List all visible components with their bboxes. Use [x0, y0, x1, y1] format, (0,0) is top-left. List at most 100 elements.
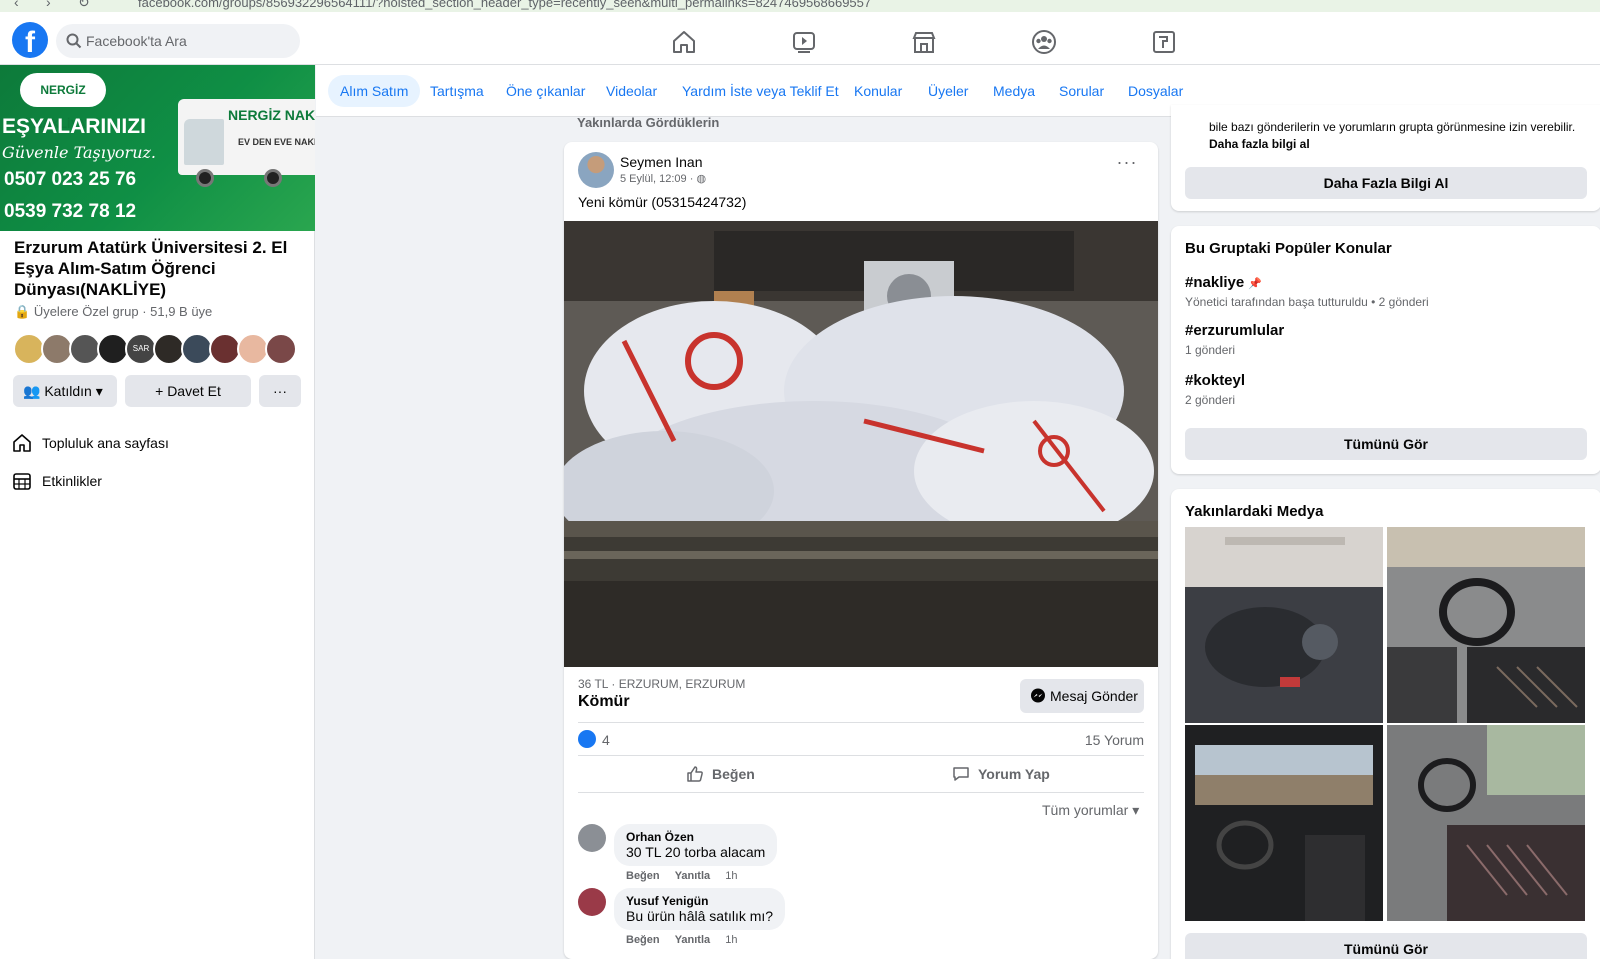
listing-title: Kömür: [578, 693, 630, 710]
truck-sub: EV DEN EVE NAKLİYAT: [238, 137, 315, 147]
commenter-name[interactable]: Yusuf Yenigün: [626, 894, 773, 908]
topic-tag[interactable]: #erzurumlular: [1185, 322, 1284, 339]
media-thumbnail[interactable]: [1185, 527, 1383, 723]
tab-alim-satim[interactable]: Alım Satım: [328, 75, 421, 107]
tab-uyeler[interactable]: Üyeler: [916, 75, 980, 107]
post-more-button[interactable]: ···: [1112, 152, 1142, 176]
comment-sort-dropdown[interactable]: Tüm yorumlar ▾: [1042, 802, 1139, 819]
see-all-topics-button[interactable]: Tümünü Gör: [1185, 428, 1587, 460]
home-icon: [13, 434, 31, 452]
comment-time[interactable]: 1h: [725, 934, 737, 946]
lock-icon: 🔒: [14, 304, 31, 319]
banner-line1: EŞYALARINIZI: [2, 115, 146, 138]
member-avatars[interactable]: SAR: [13, 333, 313, 365]
comment-time[interactable]: 1h: [725, 870, 737, 882]
tab-yardim[interactable]: Yardım İste veya Teklif Et: [670, 75, 851, 107]
marketplace-icon[interactable]: [910, 28, 938, 56]
comment-text: Bu ürün hâlâ satılık mı?: [626, 908, 774, 924]
topic-item[interactable]: #kokteyl 2 gönderi: [1185, 372, 1245, 407]
tab-konular[interactable]: Konular: [842, 75, 914, 107]
topic-tag[interactable]: #nakliye: [1185, 274, 1244, 291]
people-icon: 👥: [23, 383, 41, 399]
facebook-logo[interactable]: f: [12, 22, 48, 58]
section-title: Yakınlarda Gördüklerin: [577, 115, 720, 130]
media-thumbnail[interactable]: [1185, 725, 1383, 921]
member-avatar[interactable]: [265, 333, 297, 365]
back-icon[interactable]: ‹: [14, 0, 19, 10]
truck-brand: NERGİZ NAKLİYAT: [228, 107, 315, 123]
about-text-block: bile bazı gönderilerin ve yorumların gru…: [1209, 119, 1579, 153]
groups-icon[interactable]: [1030, 28, 1058, 56]
topic-item[interactable]: #nakliye 📌 Yönetici tarafından başa tutt…: [1185, 274, 1429, 309]
post-author[interactable]: Seymen Inan: [620, 154, 703, 170]
truck-cab: [184, 119, 224, 165]
comment-reply-link[interactable]: Yanıtla: [675, 934, 710, 946]
comment-bubble: Orhan Özen 30 TL 20 torba alacam: [614, 824, 778, 866]
watch-icon[interactable]: [790, 28, 818, 56]
divider: [578, 722, 1144, 723]
more-options-button[interactable]: ···: [259, 375, 301, 407]
learn-more-button[interactable]: Daha Fazla Bilgi Al: [1185, 167, 1587, 199]
post-date-text: 5 Eylül, 12:09 ·: [620, 173, 694, 185]
top-header: f: [0, 12, 1600, 65]
sidebar-item-community-home[interactable]: Topluluk ana sayfası: [12, 427, 252, 459]
home-icon[interactable]: [670, 28, 698, 56]
commenter-avatar[interactable]: [578, 824, 606, 852]
learn-more-link[interactable]: Daha fazla bilgi al: [1209, 137, 1310, 151]
comment-actions: Beğen Yanıtla 1h: [626, 870, 737, 882]
invite-button[interactable]: + Davet Et: [125, 375, 251, 407]
gaming-icon[interactable]: [1150, 28, 1178, 56]
media-thumbnail[interactable]: [1387, 527, 1585, 723]
tab-one-cikanlar[interactable]: Öne çıkanlar: [494, 75, 597, 107]
see-all-media-button[interactable]: Tümünü Gör: [1185, 933, 1587, 959]
tab-medya[interactable]: Medya: [981, 75, 1047, 107]
post-date[interactable]: 5 Eylül, 12:09 · ◍: [620, 172, 706, 185]
thumbs-up-icon: [687, 766, 703, 782]
comment-bubble: Yusuf Yenigün Bu ürün hâlâ satılık mı?: [614, 888, 786, 930]
url-text[interactable]: facebook.com/groups/856932296564111/?hoi…: [138, 0, 871, 10]
reload-icon[interactable]: ↻: [78, 0, 90, 11]
comment-actions: Beğen Yanıtla 1h: [626, 934, 737, 946]
media-thumbnail[interactable]: [1387, 725, 1585, 921]
topic-sub: 2 gönderi: [1185, 393, 1236, 407]
commenter-avatar[interactable]: [578, 888, 606, 916]
comment-label: Yorum Yap: [978, 766, 1050, 782]
tab-videolar[interactable]: Videolar: [594, 75, 669, 107]
post-photo[interactable]: [564, 221, 1158, 667]
topic-item[interactable]: #erzurumlular 1 gönderi: [1185, 322, 1284, 357]
tab-sorular[interactable]: Sorular: [1047, 75, 1116, 107]
commenter-name[interactable]: Orhan Özen: [626, 830, 765, 844]
tab-tartisma[interactable]: Tartışma: [418, 75, 496, 107]
invite-label: Davet Et: [167, 383, 221, 399]
author-avatar[interactable]: [578, 152, 614, 188]
browser-url-bar[interactable]: ‹ › ↻ facebook.com/groups/85693229656411…: [0, 0, 1600, 12]
joined-button[interactable]: 👥 Katıldın ▾: [13, 375, 117, 407]
comment-like-link[interactable]: Beğen: [626, 870, 660, 882]
like-reaction-icon[interactable]: [578, 730, 596, 748]
like-count[interactable]: 4: [602, 732, 610, 748]
left-sidebar: NERGİZ NAKLİYAT EŞYALARINIZI Güvenle Taş…: [0, 65, 315, 959]
search-input[interactable]: [86, 24, 286, 58]
sidebar-item-events[interactable]: Etkinlikler: [12, 465, 252, 497]
send-message-label: Mesaj Gönder: [1050, 688, 1138, 704]
search-icon: [66, 33, 82, 49]
group-cover-banner[interactable]: NERGİZ NAKLİYAT EŞYALARINIZI Güvenle Taş…: [0, 65, 315, 231]
group-title[interactable]: Erzurum Atatürk Üniversitesi 2. El Eşya …: [14, 237, 304, 300]
listing-price-location: 36 TL · ERZURUM, ERZURUM: [578, 677, 746, 691]
send-message-button[interactable]: Mesaj Gönder: [1020, 679, 1144, 713]
tab-dosyalar[interactable]: Dosyalar: [1116, 75, 1195, 107]
truck-wheel: [264, 169, 282, 187]
comment-button[interactable]: Yorum Yap: [952, 759, 1050, 789]
topic-tag-row: #nakliye 📌: [1185, 274, 1429, 291]
forward-icon[interactable]: ›: [46, 0, 51, 10]
post-text: Yeni kömür (05315424732): [578, 194, 747, 210]
comment-like-link[interactable]: Beğen: [626, 934, 660, 946]
banner-phone1: 0507 023 25 76: [4, 169, 137, 190]
joined-label: Katıldın: [44, 383, 92, 399]
search-box[interactable]: [56, 24, 300, 58]
topic-tag[interactable]: #kokteyl: [1185, 372, 1245, 389]
like-button[interactable]: Beğen: [686, 759, 755, 789]
comment-reply-link[interactable]: Yanıtla: [675, 870, 710, 882]
comment-count[interactable]: 15 Yorum: [1044, 732, 1144, 748]
plus-icon: +: [155, 383, 164, 399]
